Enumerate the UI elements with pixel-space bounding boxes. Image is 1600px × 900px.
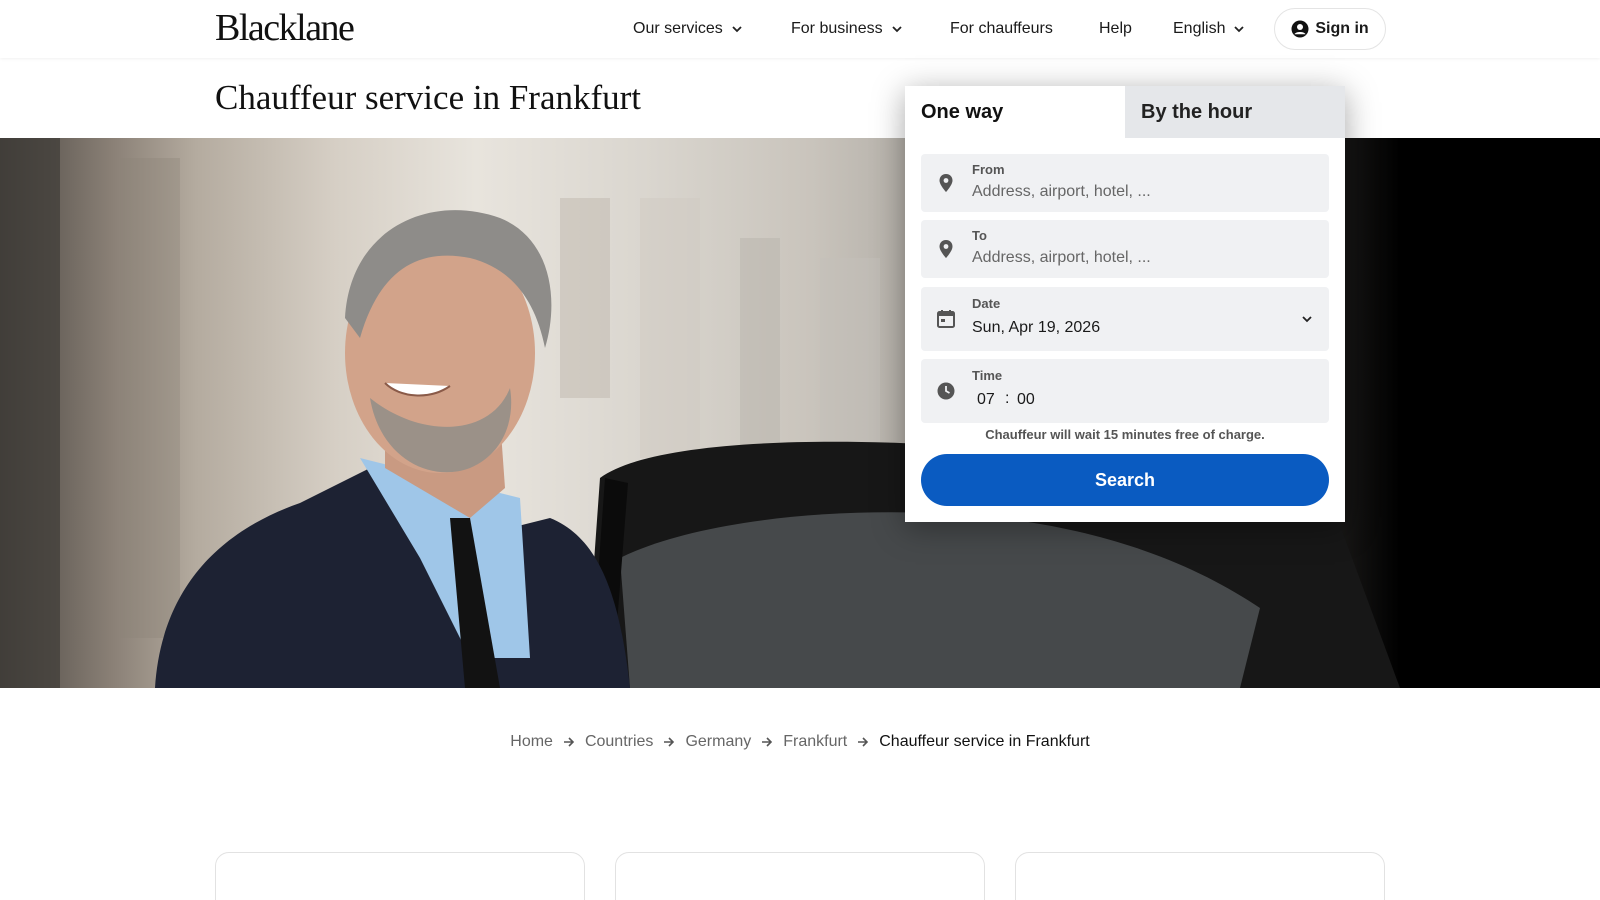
nav-help[interactable]: Help [1099,0,1132,58]
arrow-right-icon [858,737,869,747]
booking-tabs: One way By the hour [905,86,1345,138]
breadcrumb-frankfurt[interactable]: Frankfurt [783,733,847,751]
nav-our-services[interactable]: Our services [633,0,745,58]
page-title: Chauffeur service in Frankfurt [215,78,642,117]
info-card [215,852,585,900]
info-card [1015,852,1385,900]
date-label: Date [972,296,1001,311]
time-minute-input[interactable]: 00 [1017,391,1035,409]
nav-for-business[interactable]: For business [791,0,905,58]
nav-for-chauffeurs-label: For chauffeurs [950,20,1053,37]
to-field[interactable]: To Address, airport, hotel, ... [921,220,1329,278]
to-label: To [972,228,987,243]
date-value: Sun, Apr 19, 2026 [972,319,1101,336]
language-selector[interactable]: English [1173,0,1247,58]
breadcrumb: Home Countries Germany Frankfurt Chauffe… [0,733,1600,751]
location-pin-icon [939,240,953,258]
arrow-right-icon [664,737,675,747]
time-label: Time [972,368,1003,383]
breadcrumb-home[interactable]: Home [510,733,553,751]
chevron-down-icon [1234,26,1245,33]
time-separator: : [1005,390,1010,407]
date-field[interactable]: Date Sun, Apr 19, 2026 [921,287,1329,351]
arrow-right-icon [563,737,575,747]
arrow-right-icon [762,737,773,747]
blacklane-logo[interactable]: Blacklane [215,6,355,50]
nav-for-business-label: For business [791,20,883,37]
hero-image [0,138,1600,688]
wait-note: Chauffeur will wait 15 minutes free of c… [985,427,1265,442]
sign-in-label: Sign in [1315,20,1369,37]
calendar-icon [937,310,955,328]
breadcrumb-germany[interactable]: Germany [685,733,751,751]
breadcrumb-countries[interactable]: Countries [585,733,653,751]
site-header: Blacklane Our services For business For … [0,0,1600,58]
nav-our-services-label: Our services [633,20,723,37]
time-field[interactable]: Time 07 : 00 [921,359,1329,423]
tab-one-way[interactable]: One way [905,86,1125,138]
from-field[interactable]: From Address, airport, hotel, ... [921,154,1329,212]
clock-icon [937,382,955,400]
from-label: From [972,162,1005,177]
tab-by-the-hour[interactable]: By the hour [1125,86,1345,138]
hero-illustration [0,138,1400,688]
chevron-down-icon [1302,316,1312,323]
breadcrumb-current: Chauffeur service in Frankfurt [879,733,1090,750]
time-hour-input[interactable]: 07 [977,391,995,409]
search-button[interactable]: Search [921,454,1329,506]
nav-for-chauffeurs[interactable]: For chauffeurs [950,0,1053,58]
chevron-down-icon [891,26,902,33]
language-selector-label: English [1173,20,1226,37]
location-pin-icon [939,174,953,192]
booking-widget: One way By the hour From Address, airpor… [905,86,1345,522]
user-circle-icon [1291,20,1309,38]
info-card [615,852,985,900]
sign-in-button[interactable]: Sign in [1274,8,1386,50]
chevron-down-icon [732,26,742,33]
nav-help-label: Help [1099,20,1132,37]
from-input[interactable]: Address, airport, hotel, ... [972,183,1151,201]
to-input[interactable]: Address, airport, hotel, ... [972,249,1151,267]
